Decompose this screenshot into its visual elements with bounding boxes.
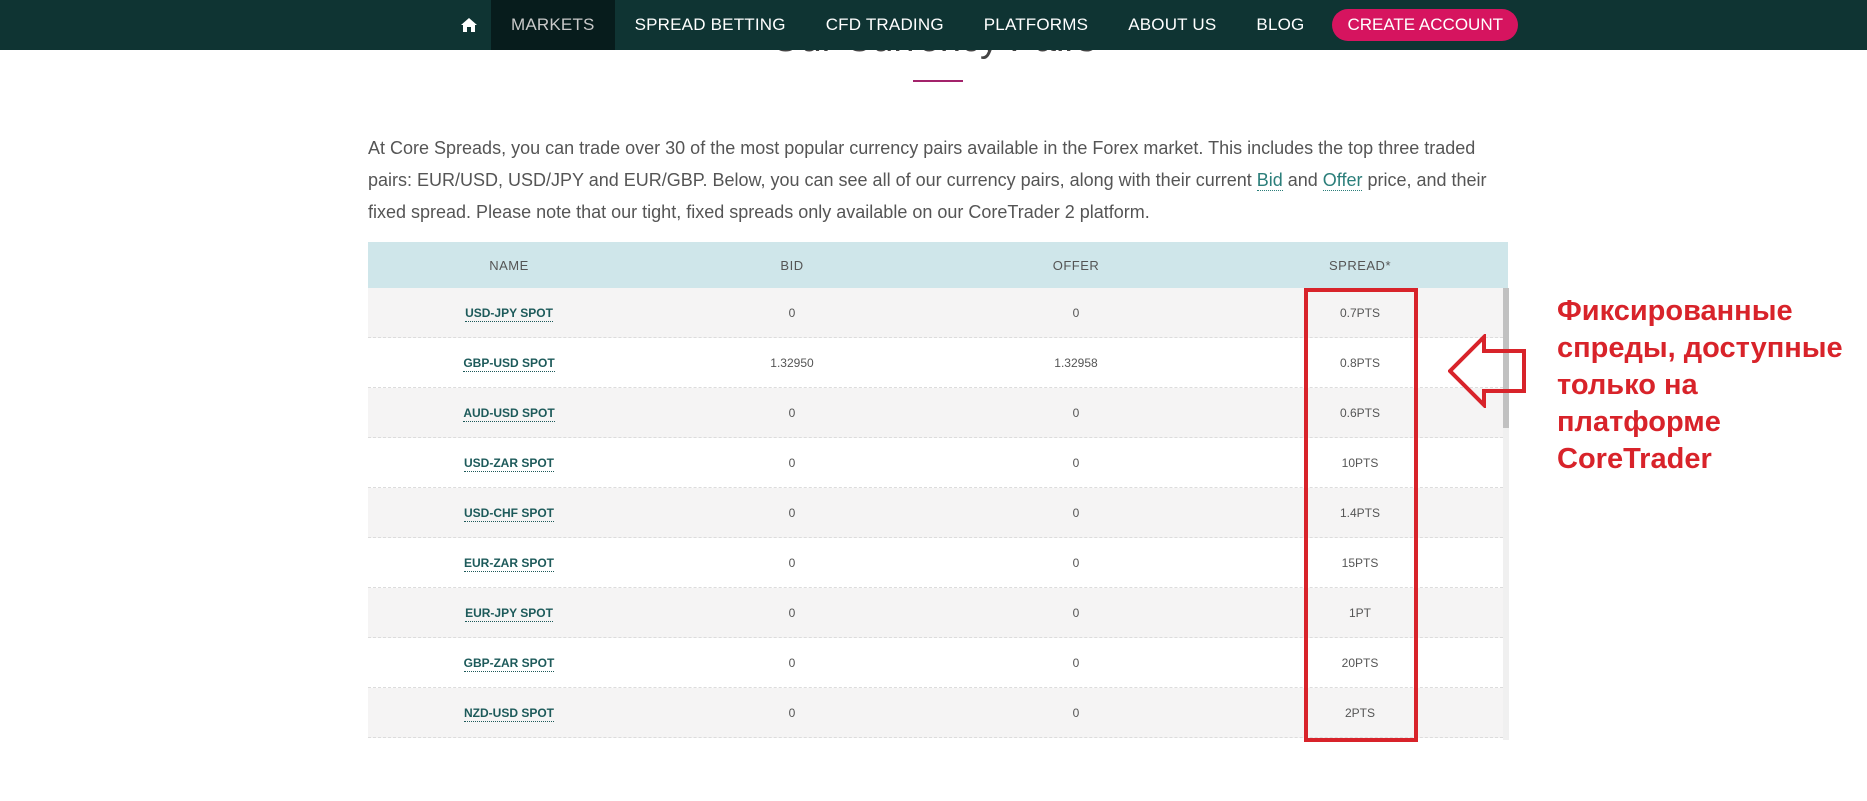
offer-value: 1.32958 <box>1054 355 1098 370</box>
annotation-line: Фиксированные <box>1557 295 1793 327</box>
pair-link[interactable]: USD-JPY SPOT <box>465 305 553 322</box>
annotation-text: Фиксированные спреды, доступные только н… <box>1557 293 1867 478</box>
intro-text-2: and <box>1282 170 1323 190</box>
intro-paragraph: At Core Spreads, you can trade over 30 o… <box>368 132 1508 228</box>
nav-item-blog[interactable]: BLOG <box>1236 0 1324 50</box>
annotation-line: платформе <box>1557 406 1721 438</box>
bid-value: 0 <box>788 655 796 670</box>
table-header: NAME BID OFFER SPREAD* <box>368 242 1508 288</box>
home-icon[interactable] <box>447 0 491 50</box>
bid-value: 0 <box>788 555 796 570</box>
offer-value: 0 <box>1072 605 1080 620</box>
nav-item-platforms[interactable]: PLATFORMS <box>964 0 1108 50</box>
offer-value: 0 <box>1072 305 1080 320</box>
offer-value: 0 <box>1072 555 1080 570</box>
offer-value: 0 <box>1072 455 1080 470</box>
bid-value: 1.32950 <box>770 355 814 370</box>
bid-value: 0 <box>788 455 796 470</box>
annotation-line: спреды, доступные <box>1557 332 1843 364</box>
offer-value: 0 <box>1072 405 1080 420</box>
pair-link[interactable]: USD-CHF SPOT <box>464 505 554 522</box>
annotation-line: только на <box>1557 369 1698 401</box>
bid-value: 0 <box>788 405 796 420</box>
pair-link[interactable]: EUR-JPY SPOT <box>465 605 553 622</box>
pair-link[interactable]: USD-ZAR SPOT <box>464 455 554 472</box>
nav-menu: MARKETS SPREAD BETTING CFD TRADING PLATF… <box>447 0 1518 50</box>
offer-value: 0 <box>1072 505 1080 520</box>
bid-link[interactable]: Bid <box>1256 170 1283 191</box>
nav-item-cfd-trading[interactable]: CFD TRADING <box>806 0 964 50</box>
pair-link[interactable]: GBP-ZAR SPOT <box>463 655 555 672</box>
nav-item-spread-betting[interactable]: SPREAD BETTING <box>615 0 806 50</box>
title-divider <box>913 80 963 82</box>
pair-link[interactable]: AUD-USD SPOT <box>463 405 555 422</box>
annotation-line: CoreTrader <box>1557 443 1712 475</box>
offer-value: 0 <box>1072 655 1080 670</box>
bid-value: 0 <box>788 305 796 320</box>
header-spread: SPREAD* <box>1328 257 1392 273</box>
pair-link[interactable]: GBP-USD SPOT <box>463 355 555 372</box>
header-offer: OFFER <box>1052 257 1100 273</box>
offer-link[interactable]: Offer <box>1322 170 1363 191</box>
offer-value: 0 <box>1072 705 1080 720</box>
header-name: NAME <box>489 257 529 273</box>
top-navigation: MARKETS SPREAD BETTING CFD TRADING PLATF… <box>0 0 1867 50</box>
create-account-button[interactable]: CREATE ACCOUNT <box>1332 9 1518 41</box>
bid-value: 0 <box>788 505 796 520</box>
spread-highlight-box <box>1304 288 1418 742</box>
bid-value: 0 <box>788 705 796 720</box>
header-bid: BID <box>780 257 804 273</box>
arrow-left-icon <box>1448 334 1526 408</box>
nav-item-about-us[interactable]: ABOUT US <box>1108 0 1236 50</box>
pair-link[interactable]: EUR-ZAR SPOT <box>464 555 554 572</box>
pair-link[interactable]: NZD-USD SPOT <box>464 705 554 722</box>
nav-item-markets[interactable]: MARKETS <box>491 0 615 50</box>
bid-value: 0 <box>788 605 796 620</box>
